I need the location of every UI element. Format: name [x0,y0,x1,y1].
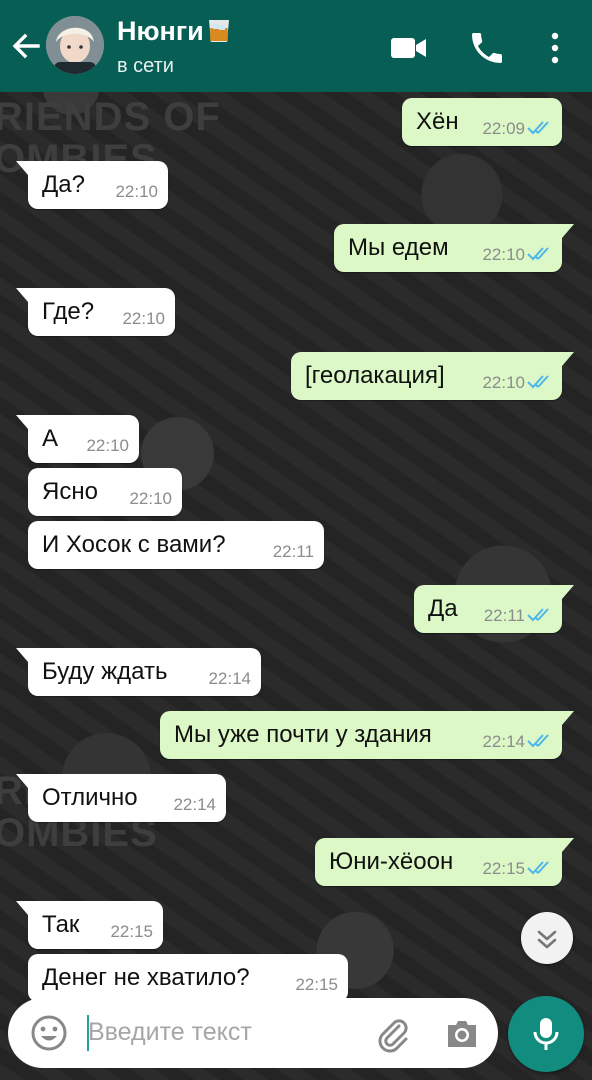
arrow-left-icon [12,33,40,59]
bubble-tail [16,161,30,175]
message-text: [геолакация] [305,362,445,389]
voice-call-button[interactable] [467,28,507,68]
outgoing-message[interactable]: Мы едем 22:10 [334,224,574,272]
outgoing-message[interactable]: Юни-хёоон 22:15 [315,838,574,886]
message-text: Да? [42,171,85,198]
bubble-tail [16,288,30,302]
outgoing-message[interactable]: [геолакация] 22:10 [291,352,574,400]
message-timestamp: 22:15 [482,859,525,878]
avatar-image [46,16,104,74]
scroll-to-bottom-button[interactable] [521,912,573,964]
message-composer [8,998,498,1068]
message-timestamp: 22:10 [115,182,158,201]
more-vertical-icon [551,32,559,64]
message-text: Мы едем [348,234,449,261]
incoming-message[interactable]: Буду ждать 22:14 [16,648,261,696]
incoming-message[interactable]: Где? 22:10 [16,288,175,336]
contact-name[interactable]: Нюнги [117,16,232,47]
phone-icon [472,33,502,63]
contact-name-text: Нюнги [117,16,204,46]
message-timestamp: 22:10 [482,373,525,392]
double-check-icon [527,608,549,622]
message-text: Буду ждать [42,658,168,685]
bubble-tail [560,224,574,238]
message-text: Хён [416,108,459,135]
message-text: Денег не хватило? [42,964,250,991]
bubble-tail [560,711,574,725]
double-check-icon [527,861,549,875]
message-timestamp: 22:14 [208,669,251,688]
microphone-icon [533,1018,559,1050]
message-timestamp: 22:11 [483,606,525,625]
incoming-message[interactable]: Ясно 22:10 [28,468,182,516]
message-timestamp: 22:10 [129,489,172,508]
incoming-message[interactable]: Денег не хватило? 22:15 [28,954,348,1002]
whisky-glass-emoji-icon [206,16,232,44]
message-text: Юни-хёоон [329,848,454,875]
message-text: И Хосок с вами? [42,531,226,558]
message-text: Мы уже почти у здания [174,721,432,748]
incoming-message[interactable]: А 22:10 [16,415,139,463]
more-options-button[interactable] [540,28,570,68]
video-camera-icon [391,38,426,58]
camera-icon [448,1021,476,1047]
double-check-icon [527,121,549,135]
avatar[interactable] [46,16,104,74]
message-text: Где? [42,298,95,325]
video-call-button[interactable] [389,28,429,68]
contact-status: в сети [117,55,174,77]
bubble-tail [16,648,30,662]
message-input[interactable] [88,1012,348,1052]
message-text: Ясно [42,478,98,505]
incoming-message[interactable]: Так 22:15 [16,901,163,949]
outgoing-message[interactable]: Хён 22:09 [402,98,562,146]
double-check-icon [527,734,549,748]
chat-header: Нюнги в сети [0,0,592,92]
bubble-tail [16,774,30,788]
message-timestamp: 22:10 [482,245,525,264]
message-timestamp: 22:10 [122,309,165,328]
bubble-tail [560,585,574,599]
attach-button[interactable] [372,1014,412,1054]
message-timestamp: 22:15 [295,975,338,994]
chat-screen: RIENDS OF OMBIES RIENDS OF OMBIES Хён22:… [0,0,592,1080]
bubble-tail [560,352,574,366]
incoming-message[interactable]: Да? 22:10 [16,161,168,209]
back-button[interactable] [8,28,44,64]
paperclip-icon [378,1019,408,1053]
outgoing-message[interactable]: Мы уже почти у здания 22:14 [160,711,574,759]
chevrons-down-icon [537,930,557,949]
message-timestamp: 22:10 [86,436,129,455]
message-timestamp: 22:14 [173,795,216,814]
message-timestamp: 22:11 [272,542,314,561]
message-text: Отлично [42,784,138,811]
smiley-icon [31,1015,67,1051]
incoming-message[interactable]: Отлично 22:14 [16,774,226,822]
message-timestamp: 22:09 [482,119,525,138]
message-text: А [42,425,59,452]
double-check-icon [527,375,549,389]
bubble-tail [16,415,30,429]
message-text: Так [42,911,80,938]
camera-button[interactable] [444,1016,480,1052]
bubble-tail [16,901,30,915]
voice-record-button[interactable] [508,996,584,1072]
message-timestamp: 22:15 [110,922,153,941]
outgoing-message[interactable]: Да 22:11 [414,585,574,633]
emoji-button[interactable] [30,1014,68,1052]
message-text: Да [428,595,458,622]
incoming-message[interactable]: И Хосок с вами? 22:11 [28,521,324,569]
message-timestamp: 22:14 [482,732,525,751]
bubble-tail [560,838,574,852]
double-check-icon [527,247,549,261]
